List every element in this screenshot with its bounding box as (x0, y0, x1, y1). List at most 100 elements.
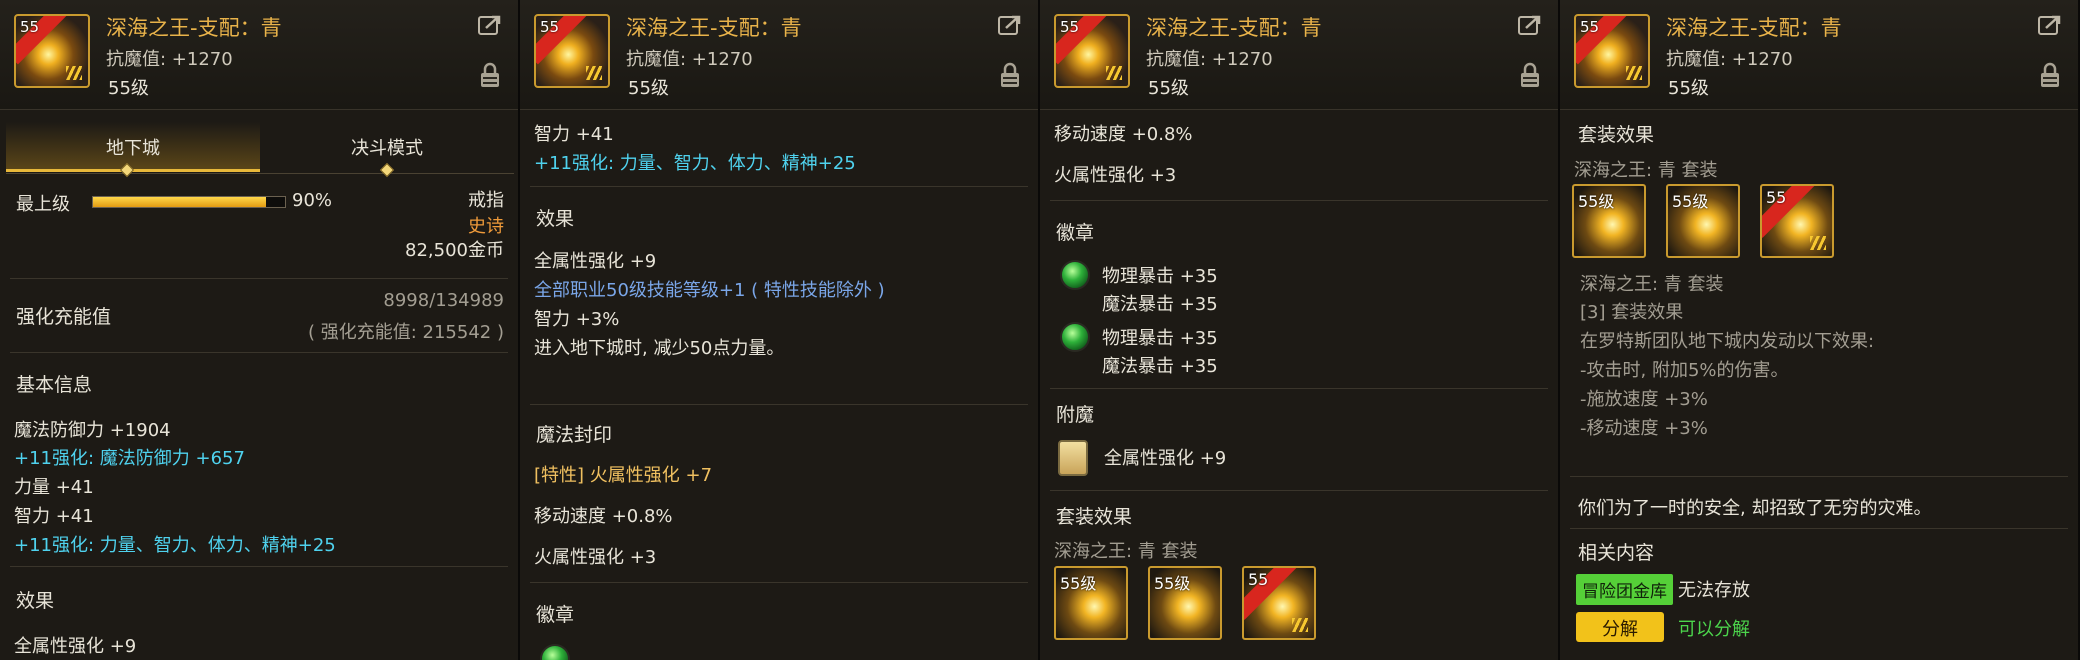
item-title: 深海之王-支配：青 (106, 16, 282, 40)
stat-line: +11强化: 力量、智力、体力、精神+25 (14, 535, 336, 556)
item-icon: 55 (534, 14, 610, 88)
divider (530, 186, 1028, 187)
set-item-icon[interactable]: 55级 (1148, 566, 1222, 640)
gem-icon (540, 644, 570, 660)
bars-decoration (1106, 66, 1122, 80)
bank-note: 无法存放 (1678, 580, 1750, 601)
set-item-level: 55 (1766, 188, 1787, 207)
enhance-label: 强化充能值 (16, 306, 112, 328)
divider (10, 352, 508, 353)
enhance-value: 8998/134989 (383, 290, 504, 311)
seal-heading: 魔法封印 (536, 424, 613, 446)
lock-icon[interactable] (2040, 62, 2060, 88)
tooltip-panel-2: 55 深海之王-支配：青 抗魔值: +1270 55级 智力 +41 +11强化… (520, 0, 1040, 660)
stat-line: 火属性强化 +3 (1054, 165, 1177, 186)
enhance-total: ( 强化充能值: 215542 ) (308, 322, 504, 343)
mode-tabs: 地下城 决斗模式 (6, 122, 514, 174)
share-icon[interactable] (2038, 14, 2062, 36)
item-icon: 55 (1574, 14, 1650, 88)
divider (530, 582, 1028, 583)
lock-icon[interactable] (1520, 62, 1540, 88)
item-stat: 抗魔值: +1270 (1146, 49, 1273, 70)
set-name: 深海之王: 青 套装 (1580, 274, 1724, 295)
set-item-level: 55级 (1672, 192, 1709, 211)
item-level: 55级 (628, 78, 669, 99)
effect-heading: 效果 (536, 208, 575, 230)
tooltip-panel-4: 55 深海之王-支配：青 抗魔值: +1270 55级 套装效果 深海之王: 青… (1560, 0, 2080, 660)
effect-line: 智力 +3% (534, 309, 620, 330)
stat-line: +11强化: 魔法防御力 +657 (14, 448, 245, 469)
set-item-level: 55级 (1578, 192, 1615, 211)
set-item-icon[interactable]: 55级 (1054, 566, 1128, 640)
emblem-line: 魔法暴击 +35 (1102, 294, 1218, 315)
flavor-text: 你们为了一时的安全, 却招致了无穷的灾难。 (1578, 498, 1932, 519)
set-item-icon[interactable]: 55 (1242, 566, 1316, 640)
disassemble-button[interactable]: 分解 (1576, 612, 1664, 642)
bars-decoration (66, 66, 82, 80)
share-icon[interactable] (478, 14, 502, 36)
tooltip-panel-1: 55 深海之王-支配：青 抗魔值: +1270 55级 地下城 决斗模式 最上级… (0, 0, 520, 660)
item-level: 55级 (1668, 78, 1709, 99)
divider (1050, 200, 1548, 201)
set-item-icon[interactable]: 55级 (1572, 184, 1646, 258)
set-effect-title: [3] 套装效果 (1580, 302, 1684, 323)
item-header: 55 深海之王-支配：青 抗魔值: +1270 55级 (1560, 0, 2078, 110)
item-title: 深海之王-支配：青 (626, 16, 802, 40)
stat-line: 智力 +41 (534, 124, 614, 145)
set-item-icon[interactable]: 55级 (1666, 184, 1740, 258)
item-title: 深海之王-支配：青 (1146, 16, 1322, 40)
effect-line: 全属性强化 +9 (534, 251, 657, 272)
emblem-line: 魔法暴击 +35 (1102, 356, 1218, 377)
seal-line: 火属性强化 +3 (534, 547, 657, 568)
set-item-level: 55级 (1060, 574, 1097, 593)
share-icon[interactable] (998, 14, 1022, 36)
item-header: 55 深海之王-支配：青 抗魔值: +1270 55级 (1040, 0, 1558, 110)
seal-line: 移动速度 +0.8% (534, 506, 673, 527)
tab-dungeon[interactable]: 地下城 (6, 122, 260, 172)
set-effect-line: -攻击时, 附加5%的伤害。 (1580, 360, 1789, 381)
divider (1570, 528, 2068, 529)
set-effect-line: 在罗特斯团队地下城内发动以下效果: (1580, 331, 1875, 352)
stat-line: 魔法防御力 +1904 (14, 420, 171, 441)
stat-line: +11强化: 力量、智力、体力、精神+25 (534, 153, 856, 174)
item-level: 55级 (1148, 78, 1189, 99)
grade-percent: 90% (292, 190, 333, 211)
effect-line: 全部职业50级技能等级+1 ( 特性技能除外 ) (534, 280, 885, 301)
tooltip-panel-3: 55 深海之王-支配：青 抗魔值: +1270 55级 移动速度 +0.8% 火… (1040, 0, 1560, 660)
divider (1050, 490, 1548, 491)
divider (530, 404, 1028, 405)
lock-icon[interactable] (1000, 62, 1020, 88)
stat-line: 智力 +41 (14, 506, 94, 527)
bars-decoration (586, 66, 602, 80)
item-icon-level: 55 (1580, 18, 1600, 36)
effect-heading: 效果 (16, 590, 55, 612)
item-header: 55 深海之王-支配：青 抗魔值: +1270 55级 (0, 0, 518, 110)
set-item-icon[interactable]: 55 (1760, 184, 1834, 258)
set-name: 深海之王: 青 套装 (1054, 541, 1198, 562)
disassemble-note: 可以分解 (1678, 619, 1750, 640)
effect-line: 进入地下城时, 减少50点力量。 (534, 338, 785, 359)
enchant-heading: 附魔 (1056, 404, 1095, 426)
price: 82,500金币 (405, 240, 504, 261)
adventure-bank-button[interactable]: 冒险团金库 (1576, 574, 1673, 605)
set-heading: 套装效果 (1578, 124, 1655, 146)
rarity: 史诗 (468, 216, 504, 237)
set-heading: 套装效果 (1056, 506, 1133, 528)
lock-icon[interactable] (480, 62, 500, 88)
emblem-line: 物理暴击 +35 (1102, 328, 1218, 349)
grade-progress-bar (92, 196, 286, 208)
set-effect-line: -移动速度 +3% (1580, 418, 1708, 439)
tooltip-panels: 55 深海之王-支配：青 抗魔值: +1270 55级 地下城 决斗模式 最上级… (0, 0, 2080, 660)
gem-icon (1060, 322, 1090, 352)
item-stat: 抗魔值: +1270 (1666, 49, 1793, 70)
enchant-line: 全属性强化 +9 (1104, 448, 1227, 469)
basic-info-heading: 基本信息 (16, 374, 93, 396)
item-icon-level: 55 (20, 18, 40, 36)
item-icon-level: 55 (1060, 18, 1080, 36)
item-header: 55 深海之王-支配：青 抗魔值: +1270 55级 (520, 0, 1038, 110)
emblem-heading: 徽章 (536, 604, 575, 626)
divider (10, 278, 508, 279)
set-effect-line: -施放速度 +3% (1580, 389, 1708, 410)
set-item-level: 55级 (1154, 574, 1191, 593)
share-icon[interactable] (1518, 14, 1542, 36)
